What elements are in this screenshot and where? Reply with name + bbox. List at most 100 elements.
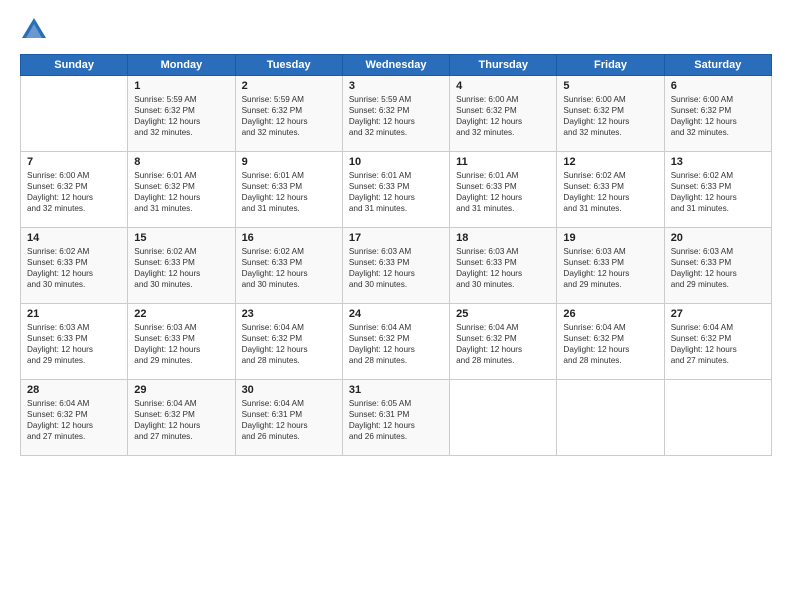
day-cell xyxy=(450,380,557,456)
day-number: 25 xyxy=(456,308,550,320)
day-info: Sunrise: 6:04 AM Sunset: 6:31 PM Dayligh… xyxy=(242,398,336,442)
day-number: 6 xyxy=(671,80,765,92)
day-cell: 11Sunrise: 6:01 AM Sunset: 6:33 PM Dayli… xyxy=(450,152,557,228)
day-cell: 30Sunrise: 6:04 AM Sunset: 6:31 PM Dayli… xyxy=(235,380,342,456)
day-number: 28 xyxy=(27,384,121,396)
day-number: 20 xyxy=(671,232,765,244)
day-info: Sunrise: 6:01 AM Sunset: 6:33 PM Dayligh… xyxy=(456,170,550,214)
day-number: 5 xyxy=(563,80,657,92)
day-cell xyxy=(21,76,128,152)
day-cell: 19 Sunrise: 6:03 AM Sunset: 6:33 PM Dayli… xyxy=(557,228,664,304)
day-number: 9 xyxy=(242,156,336,168)
day-cell: 24Sunrise: 6:04 AM Sunset: 6:32 PM Dayli… xyxy=(342,304,449,380)
day-cell: 13 Sunrise: 6:02 AM Sunset: 6:33 PM Dayli… xyxy=(664,152,771,228)
day-info: Sunrise: 6:04 AM Sunset: 6:32 PM Dayligh… xyxy=(134,398,228,442)
day-number: 29 xyxy=(134,384,228,396)
day-cell: 14 Sunrise: 6:02 AM Sunset: 6:33 PM Dayli… xyxy=(21,228,128,304)
day-info: Sunrise: 6:00 AM Sunset: 6:32 PM Dayligh… xyxy=(456,94,550,138)
header-cell-tuesday: Tuesday xyxy=(235,55,342,76)
day-number: 19 xyxy=(563,232,657,244)
day-cell xyxy=(557,380,664,456)
day-info: Sunrise: 6:04 AM Sunset: 6:32 PM Dayligh… xyxy=(456,322,550,366)
day-number: 15 xyxy=(134,232,228,244)
day-info: Sunrise: 6:01 AM Sunset: 6:33 PM Dayligh… xyxy=(242,170,336,214)
day-number: 27 xyxy=(671,308,765,320)
day-number: 16 xyxy=(242,232,336,244)
day-number: 7 xyxy=(27,156,121,168)
day-cell: 12 Sunrise: 6:02 AM Sunset: 6:33 PM Dayli… xyxy=(557,152,664,228)
day-cell: 3 Sunrise: 5:59 AM Sunset: 6:32 PM Daylig… xyxy=(342,76,449,152)
day-number: 23 xyxy=(242,308,336,320)
day-number: 26 xyxy=(563,308,657,320)
header-cell-thursday: Thursday xyxy=(450,55,557,76)
day-cell: 23 Sunrise: 6:04 AM Sunset: 6:32 PM Dayli… xyxy=(235,304,342,380)
day-info: Sunrise: 6:04 AM Sunset: 6:32 PM Dayligh… xyxy=(563,322,657,366)
day-cell: 6 Sunrise: 6:00 AM Sunset: 6:32 PM Daylig… xyxy=(664,76,771,152)
day-number: 10 xyxy=(349,156,443,168)
logo xyxy=(20,16,52,44)
day-cell: 4Sunrise: 6:00 AM Sunset: 6:32 PM Daylig… xyxy=(450,76,557,152)
day-number: 2 xyxy=(242,80,336,92)
header-cell-sunday: Sunday xyxy=(21,55,128,76)
day-cell: 20 Sunrise: 6:03 AM Sunset: 6:33 PM Dayli… xyxy=(664,228,771,304)
week-row-3: 14 Sunrise: 6:02 AM Sunset: 6:33 PM Dayli… xyxy=(21,228,772,304)
day-info: Sunrise: 6:02 AM Sunset: 6:33 PM Dayligh… xyxy=(242,246,336,290)
day-number: 18 xyxy=(456,232,550,244)
day-info: Sunrise: 6:03 AM Sunset: 6:33 PM Dayligh… xyxy=(563,246,657,290)
header-cell-saturday: Saturday xyxy=(664,55,771,76)
header-cell-monday: Monday xyxy=(128,55,235,76)
page: SundayMondayTuesdayWednesdayThursdayFrid… xyxy=(0,0,792,612)
day-cell: 9 Sunrise: 6:01 AM Sunset: 6:33 PM Daylig… xyxy=(235,152,342,228)
day-info: Sunrise: 6:03 AM Sunset: 6:33 PM Dayligh… xyxy=(27,322,121,366)
day-number: 13 xyxy=(671,156,765,168)
day-info: Sunrise: 6:02 AM Sunset: 6:33 PM Dayligh… xyxy=(27,246,121,290)
day-info: Sunrise: 6:02 AM Sunset: 6:33 PM Dayligh… xyxy=(563,170,657,214)
day-cell: 31 Sunrise: 6:05 AM Sunset: 6:31 PM Dayli… xyxy=(342,380,449,456)
day-cell: 21 Sunrise: 6:03 AM Sunset: 6:33 PM Dayli… xyxy=(21,304,128,380)
day-info: Sunrise: 6:04 AM Sunset: 6:32 PM Dayligh… xyxy=(242,322,336,366)
day-cell: 29 Sunrise: 6:04 AM Sunset: 6:32 PM Dayli… xyxy=(128,380,235,456)
day-number: 3 xyxy=(349,80,443,92)
day-number: 12 xyxy=(563,156,657,168)
day-info: Sunrise: 5:59 AM Sunset: 6:32 PM Dayligh… xyxy=(134,94,228,138)
day-cell: 18 Sunrise: 6:03 AM Sunset: 6:33 PM Dayli… xyxy=(450,228,557,304)
week-row-1: 1 Sunrise: 5:59 AM Sunset: 6:32 PM Daylig… xyxy=(21,76,772,152)
day-info: Sunrise: 6:02 AM Sunset: 6:33 PM Dayligh… xyxy=(671,170,765,214)
logo-icon xyxy=(20,16,48,44)
day-number: 17 xyxy=(349,232,443,244)
calendar-table: SundayMondayTuesdayWednesdayThursdayFrid… xyxy=(20,54,772,456)
day-cell: 1 Sunrise: 5:59 AM Sunset: 6:32 PM Daylig… xyxy=(128,76,235,152)
day-cell: 8 Sunrise: 6:01 AM Sunset: 6:32 PM Daylig… xyxy=(128,152,235,228)
day-number: 1 xyxy=(134,80,228,92)
day-cell: 10 Sunrise: 6:01 AM Sunset: 6:33 PM Dayli… xyxy=(342,152,449,228)
day-info: Sunrise: 6:04 AM Sunset: 6:32 PM Dayligh… xyxy=(671,322,765,366)
day-info: Sunrise: 6:03 AM Sunset: 6:33 PM Dayligh… xyxy=(671,246,765,290)
day-cell: 2Sunrise: 5:59 AM Sunset: 6:32 PM Daylig… xyxy=(235,76,342,152)
day-info: Sunrise: 6:04 AM Sunset: 6:32 PM Dayligh… xyxy=(27,398,121,442)
day-number: 22 xyxy=(134,308,228,320)
day-cell xyxy=(664,380,771,456)
day-cell: 22 Sunrise: 6:03 AM Sunset: 6:33 PM Dayli… xyxy=(128,304,235,380)
day-info: Sunrise: 6:03 AM Sunset: 6:33 PM Dayligh… xyxy=(456,246,550,290)
header-cell-wednesday: Wednesday xyxy=(342,55,449,76)
day-info: Sunrise: 6:00 AM Sunset: 6:32 PM Dayligh… xyxy=(27,170,121,214)
day-number: 14 xyxy=(27,232,121,244)
day-number: 31 xyxy=(349,384,443,396)
day-info: Sunrise: 6:00 AM Sunset: 6:32 PM Dayligh… xyxy=(563,94,657,138)
header xyxy=(20,16,772,44)
day-info: Sunrise: 6:01 AM Sunset: 6:33 PM Dayligh… xyxy=(349,170,443,214)
day-cell: 26 Sunrise: 6:04 AM Sunset: 6:32 PM Dayli… xyxy=(557,304,664,380)
day-info: Sunrise: 6:00 AM Sunset: 6:32 PM Dayligh… xyxy=(671,94,765,138)
day-info: Sunrise: 6:05 AM Sunset: 6:31 PM Dayligh… xyxy=(349,398,443,442)
day-info: Sunrise: 6:01 AM Sunset: 6:32 PM Dayligh… xyxy=(134,170,228,214)
week-row-2: 7 Sunrise: 6:00 AM Sunset: 6:32 PM Daylig… xyxy=(21,152,772,228)
day-info: Sunrise: 6:03 AM Sunset: 6:33 PM Dayligh… xyxy=(134,322,228,366)
header-cell-friday: Friday xyxy=(557,55,664,76)
day-cell: 5 Sunrise: 6:00 AM Sunset: 6:32 PM Daylig… xyxy=(557,76,664,152)
day-info: Sunrise: 5:59 AM Sunset: 6:32 PM Dayligh… xyxy=(349,94,443,138)
day-number: 8 xyxy=(134,156,228,168)
calendar-header: SundayMondayTuesdayWednesdayThursdayFrid… xyxy=(21,55,772,76)
day-number: 21 xyxy=(27,308,121,320)
day-info: Sunrise: 6:04 AM Sunset: 6:32 PM Dayligh… xyxy=(349,322,443,366)
day-cell: 25 Sunrise: 6:04 AM Sunset: 6:32 PM Dayli… xyxy=(450,304,557,380)
